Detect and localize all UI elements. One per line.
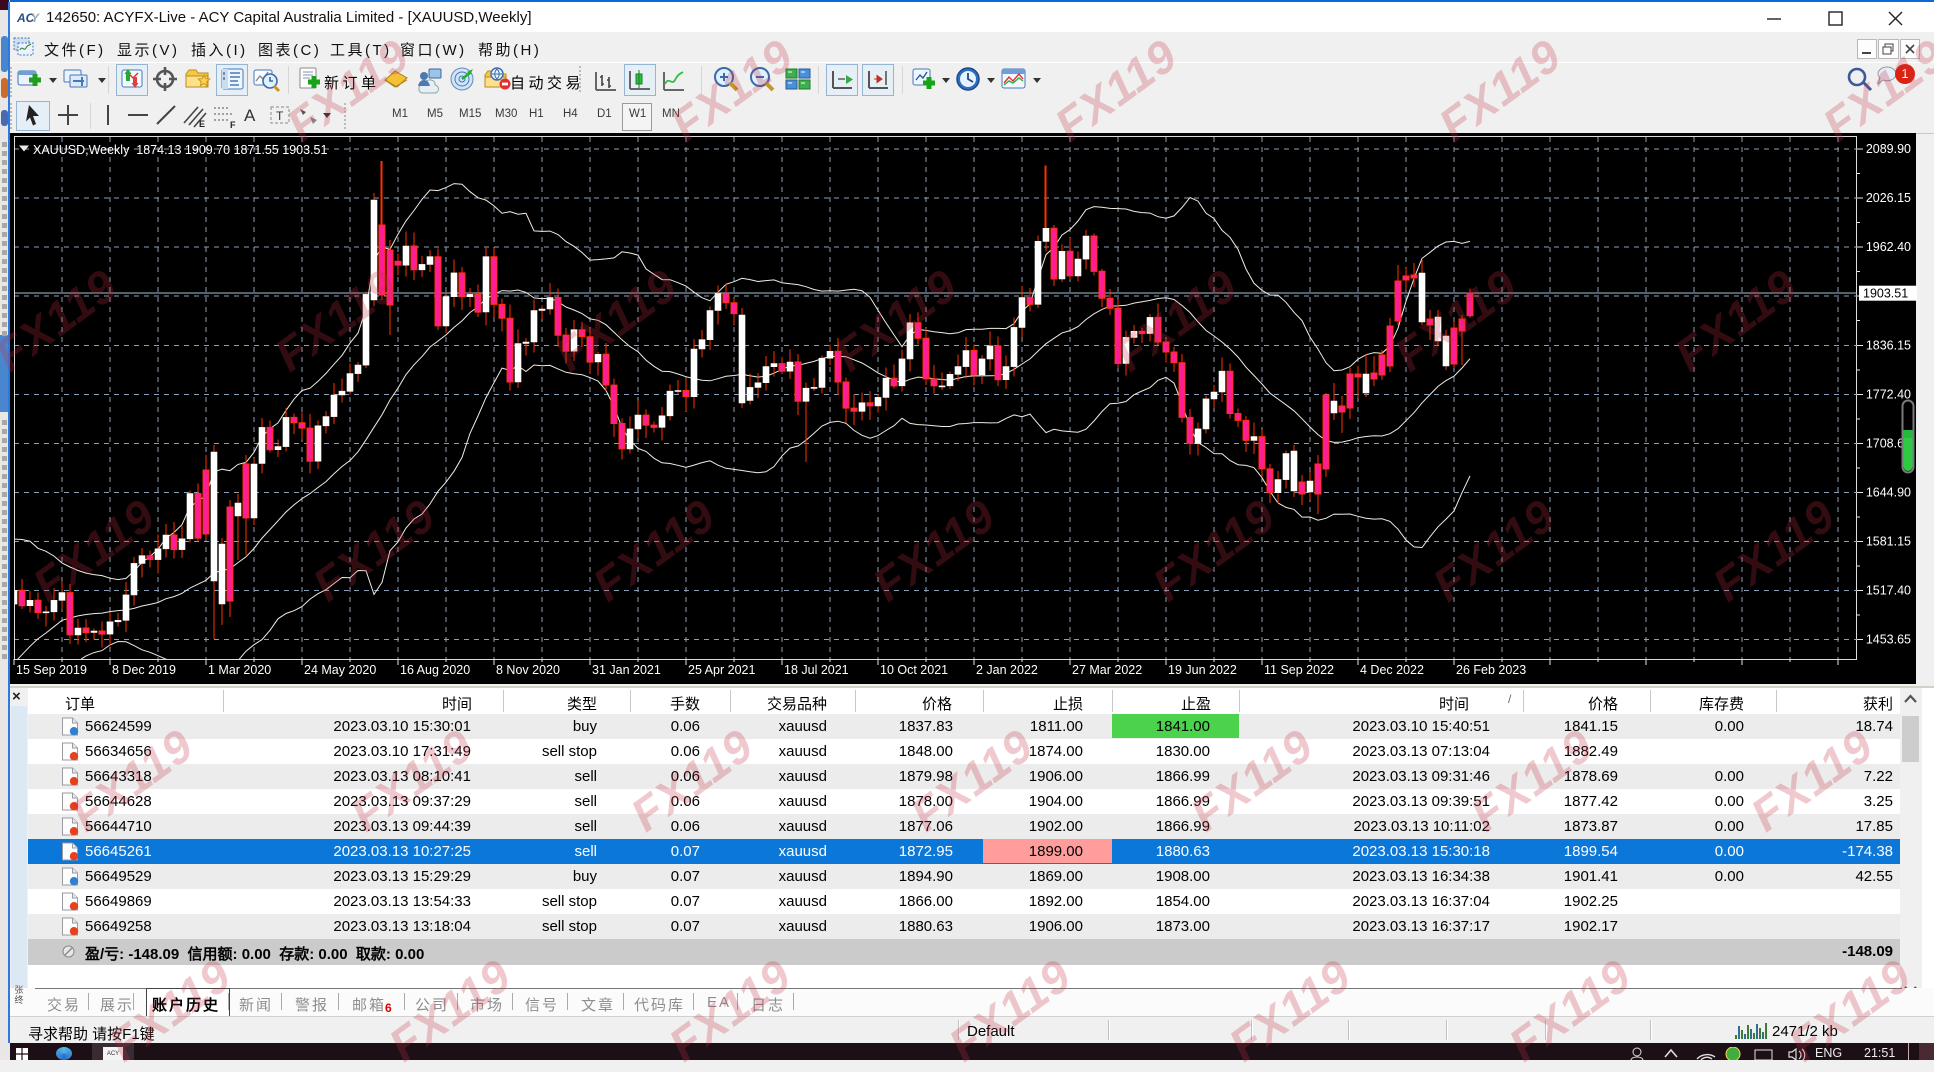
svg-text:1772.40: 1772.40 — [1866, 387, 1911, 401]
svg-text:27 Mar 2022: 27 Mar 2022 — [1072, 663, 1142, 677]
svg-text:11 Sep 2022: 11 Sep 2022 — [1264, 663, 1334, 677]
svg-text:1517.40: 1517.40 — [1866, 584, 1911, 598]
svg-text:2026.15: 2026.15 — [1866, 191, 1911, 205]
svg-text:26 Feb 2023: 26 Feb 2023 — [1456, 663, 1526, 677]
svg-text:8 Dec 2019: 8 Dec 2019 — [112, 663, 176, 677]
svg-text:1903.51: 1903.51 — [1863, 287, 1908, 301]
svg-text:Y: Y — [31, 11, 40, 24]
svg-text:1 Mar 2020: 1 Mar 2020 — [208, 663, 271, 677]
svg-text:E: E — [199, 119, 205, 129]
svg-text:1581.15: 1581.15 — [1866, 535, 1911, 549]
svg-text:1962.40: 1962.40 — [1866, 240, 1911, 254]
svg-text:1453.65: 1453.65 — [1866, 633, 1911, 647]
svg-text:2 Jan 2022: 2 Jan 2022 — [976, 663, 1038, 677]
svg-text:16 Aug 2020: 16 Aug 2020 — [400, 663, 470, 677]
svg-text:19 Jun 2022: 19 Jun 2022 — [1168, 663, 1237, 677]
svg-text:1644.90: 1644.90 — [1866, 486, 1911, 500]
svg-text:XAUUSD,Weekly 1874.13 1909.70: XAUUSD,Weekly 1874.13 1909.70 1871.55 19… — [33, 143, 327, 157]
svg-text:4 Dec 2022: 4 Dec 2022 — [1360, 663, 1424, 677]
svg-text:24 May 2020: 24 May 2020 — [304, 663, 376, 677]
svg-text:31 Jan 2021: 31 Jan 2021 — [592, 663, 661, 677]
svg-text:8 Nov 2020: 8 Nov 2020 — [496, 663, 560, 677]
svg-text:25 Apr 2021: 25 Apr 2021 — [688, 663, 755, 677]
svg-text:15 Sep 2019: 15 Sep 2019 — [16, 663, 87, 677]
svg-text:18 Jul 2021: 18 Jul 2021 — [784, 663, 849, 677]
svg-text:F: F — [230, 120, 236, 129]
svg-text:1836.15: 1836.15 — [1866, 338, 1911, 352]
svg-text:2089.90: 2089.90 — [1866, 142, 1911, 156]
svg-text:10 Oct 2021: 10 Oct 2021 — [880, 663, 948, 677]
